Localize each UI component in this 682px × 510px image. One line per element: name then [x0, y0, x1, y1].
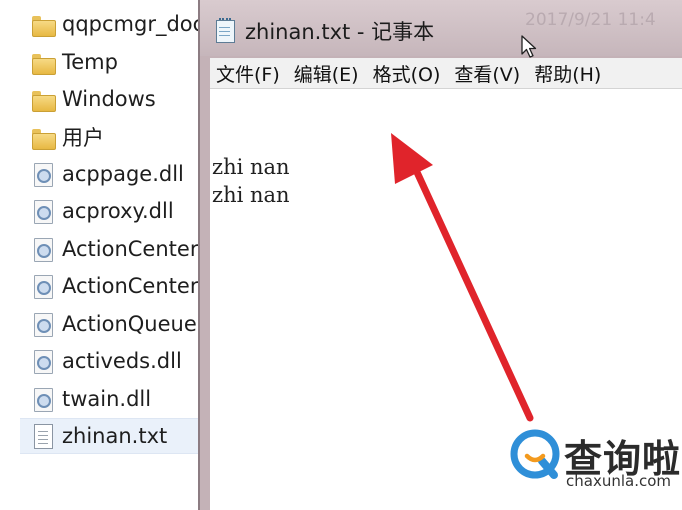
folder-item-qqpcmgr-doc[interactable]: qqpcmgr_doc — [20, 6, 204, 42]
dll-file-icon — [30, 348, 56, 374]
menu-file[interactable]: 文件(F) — [210, 60, 286, 87]
file-item-label: zhinan.txt — [62, 424, 168, 448]
file-item-label: 用户 — [62, 126, 104, 150]
file-item-activeds-dll[interactable]: activeds.dll — [20, 343, 200, 379]
folder-item-windows[interactable]: Windows — [20, 81, 200, 117]
menu-help[interactable]: 帮助(H) — [528, 60, 607, 87]
title-bar[interactable]: 2017/9/21 11:4 zhinan.txt - 记事本 — [200, 0, 682, 58]
mouse-cursor-icon — [521, 35, 537, 58]
dll-file-icon — [30, 198, 56, 224]
watermark: 查询啦 chaxunla.com — [506, 426, 682, 510]
file-item-label: qqpcmgr_doc — [62, 12, 205, 36]
folder-item-users[interactable]: 用户 — [20, 119, 200, 155]
search-logo-icon — [510, 429, 560, 479]
file-item-label: activeds.dll — [62, 349, 182, 373]
dll-file-icon — [30, 386, 56, 412]
file-item-label: Windows — [62, 87, 156, 111]
file-item-label: ActionCenterC — [62, 274, 214, 298]
file-item-label: acproxy.dll — [62, 199, 174, 223]
file-item-acproxy-dll[interactable]: acproxy.dll — [20, 193, 200, 229]
editor-content: zhi nan zhi nan — [212, 155, 290, 207]
text-file-icon — [30, 423, 56, 449]
folder-icon — [30, 86, 56, 112]
menu-view[interactable]: 查看(V) — [448, 60, 526, 87]
dll-file-icon — [30, 273, 56, 299]
file-item-twain-dll[interactable]: twain.dll — [20, 381, 200, 417]
file-item-label: ActionCenter. — [62, 237, 204, 261]
menu-edit[interactable]: 编辑(E) — [288, 60, 365, 87]
dll-file-icon — [30, 161, 56, 187]
file-item-acppage-dll[interactable]: acppage.dll — [20, 156, 200, 192]
folder-icon — [30, 124, 56, 150]
file-item-actionqueue[interactable]: ActionQueue. — [20, 306, 204, 342]
menu-bar: 文件(F) 编辑(E) 格式(O) 查看(V) 帮助(H) — [210, 58, 682, 89]
file-item-label: ActionQueue. — [62, 312, 204, 336]
file-item-label: acppage.dll — [62, 162, 184, 186]
menu-format[interactable]: 格式(O) — [367, 60, 447, 87]
file-item-zhinan-txt[interactable]: zhinan.txt — [20, 418, 200, 454]
background-timestamp: 2017/9/21 11:4 — [525, 10, 656, 30]
file-item-label: twain.dll — [62, 387, 152, 411]
folder-item-temp[interactable]: Temp — [20, 44, 200, 80]
file-item-label: Temp — [62, 50, 118, 74]
dll-file-icon — [30, 236, 56, 262]
folder-icon — [30, 49, 56, 75]
folder-icon — [30, 11, 56, 37]
watermark-url: chaxunla.com — [566, 472, 671, 490]
dll-file-icon — [30, 311, 56, 337]
file-list-pane: qqpcmgr_doc Temp Windows 用户 acppage.dll … — [0, 0, 213, 510]
window-title: zhinan.txt - 记事本 — [245, 20, 435, 44]
file-item-actioncenter-cpl[interactable]: ActionCenterC — [20, 268, 213, 304]
file-item-actioncenter[interactable]: ActionCenter. — [20, 231, 204, 267]
notepad-icon — [216, 18, 236, 43]
